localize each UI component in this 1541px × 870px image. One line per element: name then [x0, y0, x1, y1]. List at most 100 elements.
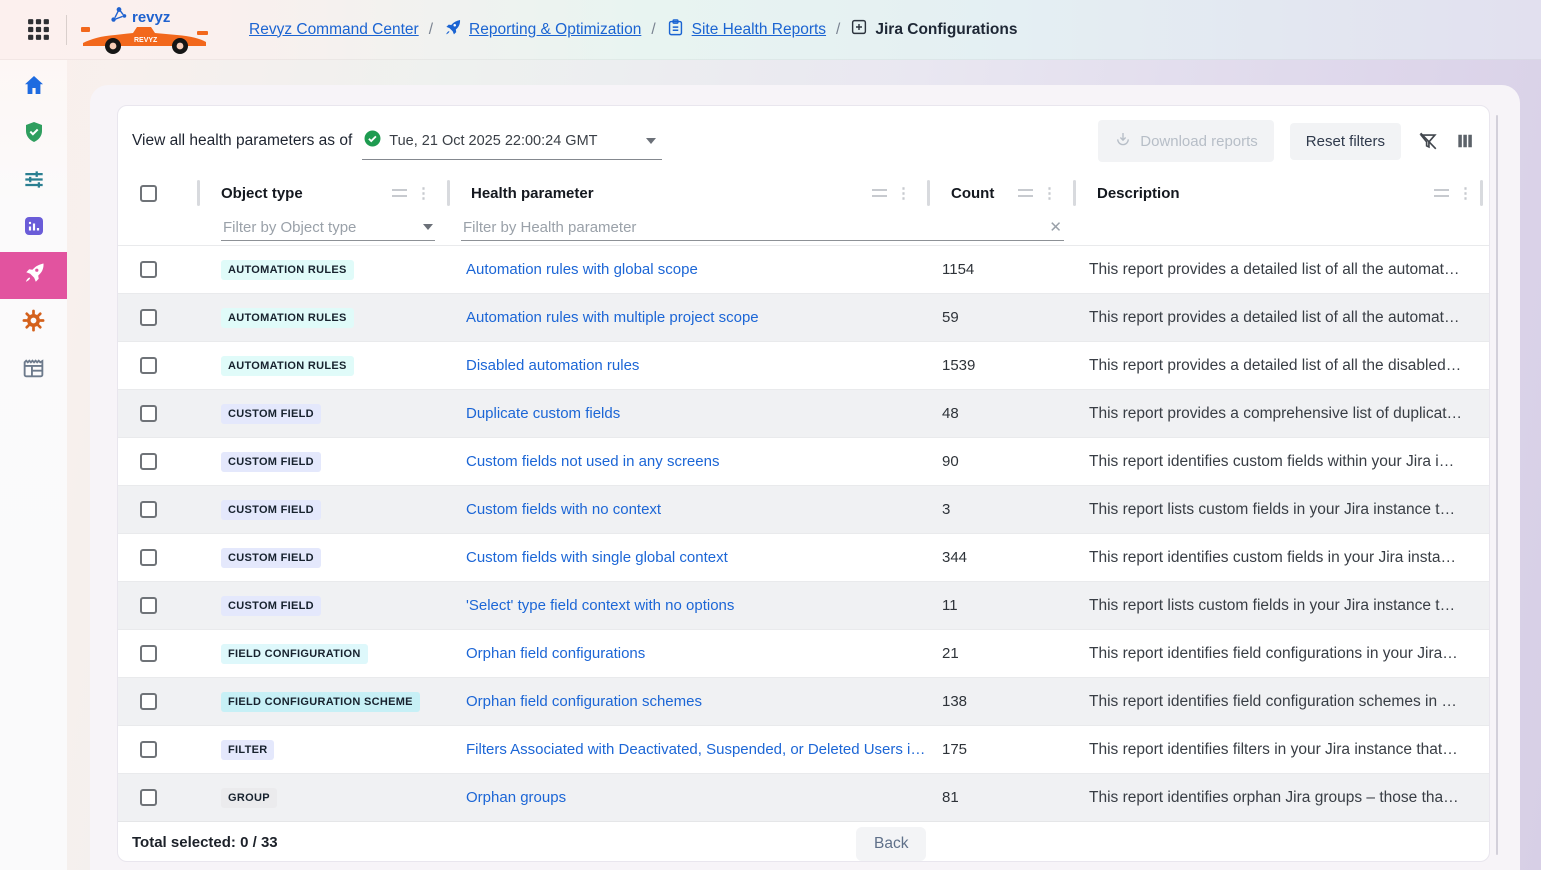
sidebar-item-home[interactable] [0, 64, 67, 111]
sidebar-item-security[interactable] [0, 111, 67, 158]
drag-handle-icon[interactable] [1018, 189, 1033, 197]
column-resize-handle[interactable] [1480, 180, 1483, 206]
row-checkbox[interactable] [140, 741, 157, 758]
back-button[interactable]: Back [856, 827, 926, 861]
row-checkbox[interactable] [140, 501, 157, 518]
reset-filters-button[interactable]: Reset filters [1290, 123, 1401, 160]
table-row: AUTOMATION RULES Automation rules with m… [118, 293, 1489, 341]
scrollbar[interactable] [1496, 115, 1498, 855]
sidebar-item-configuration[interactable] [0, 158, 67, 205]
clear-filter-icon[interactable]: ✕ [1049, 218, 1062, 236]
health-parameter-filter: ✕ [461, 214, 1064, 241]
health-parameter-filter-input[interactable] [463, 219, 1043, 236]
column-menu-icon[interactable]: ⋮ [1458, 186, 1473, 201]
breadcrumb-link-command-center[interactable]: Revyz Command Center [249, 21, 419, 39]
object-type-badge: CUSTOM FIELD [221, 404, 321, 424]
health-parameter-link[interactable]: Orphan field configuration schemes [466, 693, 927, 710]
column-header-description: Description ⋮ [1073, 176, 1489, 210]
table-row: AUTOMATION RULES Automation rules with g… [118, 245, 1489, 293]
sidebar-item-reporting-active[interactable] [0, 252, 67, 299]
row-checkbox[interactable] [140, 645, 157, 662]
row-checkbox[interactable] [140, 597, 157, 614]
drag-handle-icon[interactable] [392, 189, 407, 197]
row-checkbox[interactable] [140, 789, 157, 806]
object-type-badge: FIELD CONFIGURATION [221, 644, 368, 664]
health-parameter-link[interactable]: Disabled automation rules [466, 357, 927, 374]
table-row: CUSTOM FIELD Duplicate custom fields 48 … [118, 389, 1489, 437]
table-filter-row: Filter by Object type ✕ [118, 210, 1489, 245]
count-value: 59 [942, 309, 959, 326]
health-parameter-link[interactable]: Custom fields with no context [466, 501, 927, 518]
row-checkbox[interactable] [140, 453, 157, 470]
chevron-down-icon [423, 224, 433, 230]
description-text: This report provides a detailed list of … [1089, 309, 1459, 326]
select-all-checkbox[interactable] [140, 185, 157, 202]
object-type-badge: AUTOMATION RULES [221, 308, 354, 328]
health-parameter-link[interactable]: Orphan field configurations [466, 645, 927, 662]
total-selected-value: 0 / 33 [240, 834, 278, 851]
home-icon [22, 73, 46, 102]
table-row: FIELD CONFIGURATION SCHEME Orphan field … [118, 677, 1489, 725]
table-card-icon [21, 355, 46, 385]
health-reports-card: View all health parameters as of Tue, 21… [117, 105, 1490, 862]
health-parameter-link[interactable]: Duplicate custom fields [466, 405, 927, 422]
health-parameter-link[interactable]: Automation rules with multiple project s… [466, 309, 927, 326]
column-menu-icon[interactable]: ⋮ [896, 186, 911, 201]
row-checkbox[interactable] [140, 261, 157, 278]
column-resize-handle[interactable] [197, 180, 200, 206]
sidebar-item-analytics[interactable] [0, 205, 67, 252]
table-row: FILTER Filters Associated with Deactivat… [118, 725, 1489, 773]
divider [66, 15, 67, 45]
breadcrumb-link-reporting[interactable]: Reporting & Optimization [469, 21, 641, 39]
count-value: 48 [942, 405, 959, 422]
object-type-badge: AUTOMATION RULES [221, 356, 354, 376]
race-car-icon: REVYZ [79, 19, 211, 60]
health-parameter-link[interactable]: Custom fields not used in any screens [466, 453, 927, 470]
object-type-badge: CUSTOM FIELD [221, 452, 321, 472]
row-checkbox[interactable] [140, 693, 157, 710]
drag-handle-icon[interactable] [1434, 189, 1449, 197]
object-type-badge: AUTOMATION RULES [221, 260, 354, 280]
object-type-badge: CUSTOM FIELD [221, 548, 321, 568]
table-header-row: Object type ⋮ Health parameter ⋮ Count [118, 176, 1489, 210]
snapshot-date-select[interactable]: Tue, 21 Oct 2025 22:00:24 GMT [362, 123, 662, 160]
description-text: This report identifies custom fields wit… [1089, 453, 1454, 470]
column-header-count: Count ⋮ [927, 176, 1073, 210]
column-resize-handle[interactable] [447, 180, 450, 206]
table-row: FIELD CONFIGURATION Orphan field configu… [118, 629, 1489, 677]
health-parameter-link[interactable]: Automation rules with global scope [466, 261, 927, 278]
row-checkbox[interactable] [140, 405, 157, 422]
column-menu-icon[interactable]: ⋮ [416, 186, 431, 201]
row-checkbox[interactable] [140, 309, 157, 326]
app-switcher-grid-icon[interactable] [24, 16, 52, 44]
table-row: AUTOMATION RULES Disabled automation rul… [118, 341, 1489, 389]
health-parameter-link[interactable]: Filters Associated with Deactivated, Sus… [466, 741, 927, 758]
table-footer: Total selected: 0 / 33 Back [118, 821, 1489, 862]
count-value: 175 [942, 741, 967, 758]
gear-icon [21, 308, 46, 338]
object-type-filter-select[interactable]: Filter by Object type [221, 215, 435, 241]
health-parameter-link[interactable]: Orphan groups [466, 789, 927, 806]
column-resize-handle[interactable] [927, 180, 930, 206]
drag-handle-icon[interactable] [872, 189, 887, 197]
column-resize-handle[interactable] [1073, 180, 1076, 206]
health-parameter-link[interactable]: Custom fields with single global context [466, 549, 927, 566]
svg-text:REVYZ: REVYZ [134, 37, 158, 44]
row-checkbox[interactable] [140, 549, 157, 566]
description-text: This report lists custom fields in your … [1089, 597, 1455, 614]
filter-off-icon[interactable] [1417, 130, 1439, 152]
description-text: This report identifies filters in your J… [1089, 741, 1458, 758]
sidebar-item-records[interactable] [0, 346, 67, 393]
health-parameter-link[interactable]: 'Select' type field context with no opti… [466, 597, 927, 614]
column-menu-icon[interactable]: ⋮ [1042, 186, 1057, 201]
columns-icon[interactable] [1455, 131, 1475, 151]
download-icon [1114, 130, 1132, 152]
row-checkbox[interactable] [140, 357, 157, 374]
revyz-logo[interactable]: revyz REVYZ [77, 3, 225, 57]
sidebar-item-settings[interactable] [0, 299, 67, 346]
count-value: 81 [942, 789, 959, 806]
download-reports-button[interactable]: Download reports [1098, 120, 1274, 162]
count-value: 1154 [942, 261, 974, 278]
rocket-icon [22, 261, 46, 290]
breadcrumb-link-site-health[interactable]: Site Health Reports [692, 21, 826, 39]
